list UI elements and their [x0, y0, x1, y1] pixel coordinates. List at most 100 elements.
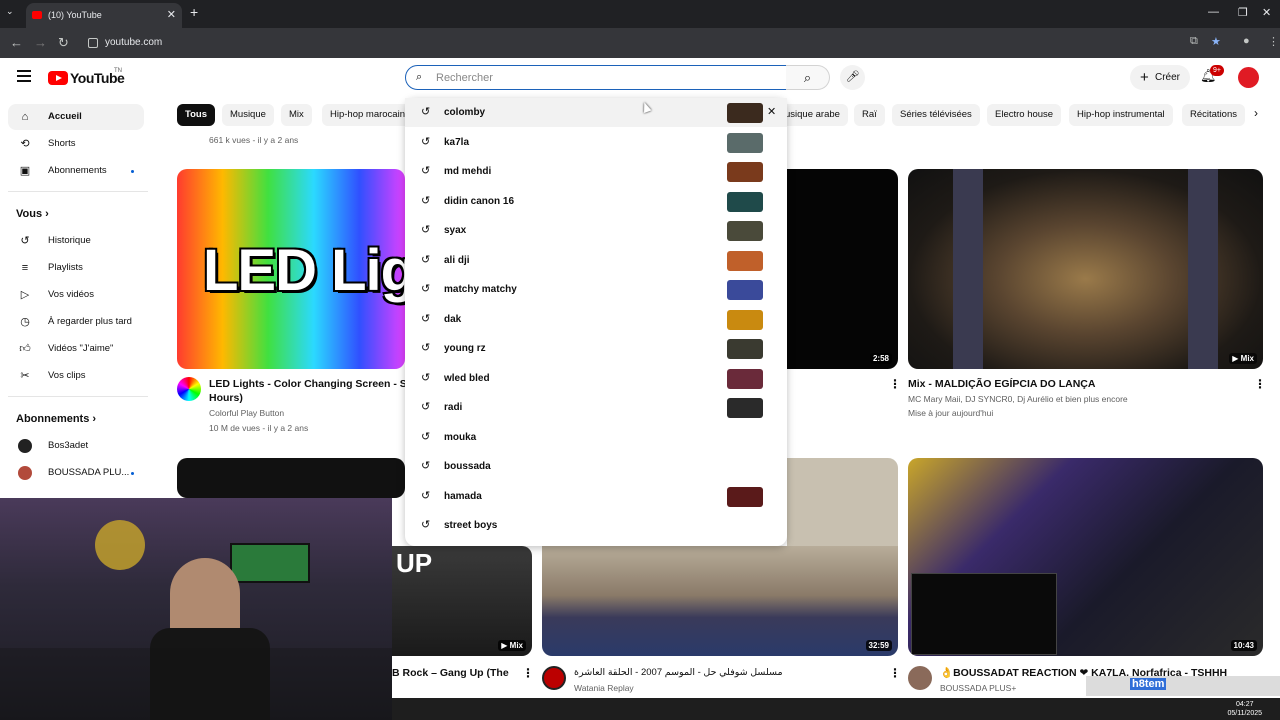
video-channel[interactable]: BOUSSADA PLUS+ [940, 683, 1016, 693]
maximize-icon[interactable]: ❐ [1238, 6, 1248, 19]
video-thumbnail[interactable]: 2:58 [787, 169, 898, 369]
address-bar[interactable]: youtube.com [80, 32, 1220, 54]
youtube-header: YouTube TN ⌕ ⌕ 🎤︎ + Créer 🔔︎ 9+ [0, 58, 1280, 98]
account-avatar[interactable] [1238, 67, 1259, 88]
video-title[interactable]: LED Lights - Color Changing Screen - Slo [209, 377, 405, 391]
close-window-icon[interactable]: ✕ [1262, 6, 1271, 19]
suggestion-item[interactable]: ↺ street boys [405, 511, 787, 540]
browser-menu-icon[interactable]: ⋮ [1268, 35, 1279, 48]
suggestion-item[interactable]: ↺ wled bled [405, 364, 787, 393]
video-thumbnail-top[interactable] [787, 458, 898, 546]
video-thumbnail[interactable]: LED Lig [177, 169, 405, 369]
clock: 04:27 05/11/2025 [1227, 701, 1262, 717]
sidebar-item-watch-later[interactable]: ◷ À regarder plus tard [8, 309, 144, 335]
subscriptions-section-heading[interactable]: Abonnements › [16, 413, 96, 425]
video-thumbnail[interactable]: UP ▶ Mix [392, 546, 532, 656]
video-channel[interactable]: Colorful Play Button [209, 408, 284, 418]
tab-search-icon[interactable]: ⌄ [6, 6, 14, 17]
video-thumbnail[interactable]: 32:59 [542, 546, 898, 656]
sidebar-item-label: BOUSSADA PLU... [48, 467, 130, 478]
channel-avatar[interactable] [542, 666, 566, 690]
sidebar-item-home[interactable]: ⌂ Accueil [8, 104, 144, 130]
site-info-icon[interactable] [88, 38, 98, 48]
chip[interactable]: Hip-hop instrumental [1069, 104, 1173, 126]
channel-avatar[interactable] [177, 377, 201, 401]
forward-icon[interactable]: → [34, 35, 47, 50]
chip[interactable]: Récitations [1182, 104, 1245, 126]
profile-icon[interactable]: ● [1243, 35, 1250, 47]
video-title-line2[interactable]: Hours) [209, 391, 243, 405]
video-title[interactable]: مسلسل شوفلي حل - الموسم 2007 - الحلقة ال… [574, 666, 783, 680]
chip[interactable]: usique arabe [777, 104, 848, 126]
browser-tab[interactable]: (10) YouTube ✕ [26, 3, 182, 28]
close-tab-icon[interactable]: ✕ [167, 3, 176, 28]
mix-badge: ▶ Mix [1229, 353, 1257, 364]
sidebar-item-subscriptions[interactable]: ▣ Abonnements [8, 158, 144, 184]
chip[interactable]: Séries télévisées [892, 104, 980, 126]
bookmark-star-icon[interactable]: ★ [1211, 35, 1221, 48]
video-title[interactable]: Mix - MALDIÇÃO EGÍPCIA DO LANÇA [908, 377, 1095, 391]
more-options-icon[interactable]: ⋮ [522, 666, 534, 680]
chip[interactable]: Electro house [987, 104, 1062, 126]
remove-suggestion-icon[interactable]: ✕ [767, 98, 776, 127]
suggestion-item[interactable]: ↺ colomby ✕ [405, 98, 787, 127]
sidebar-item-your-videos[interactable]: ▷ Vos vidéos [8, 282, 144, 308]
streamer-head [170, 558, 240, 638]
video-channel[interactable]: Watania Replay [574, 683, 634, 693]
minimize-icon[interactable]: — [1208, 6, 1219, 18]
chip[interactable]: Musique [222, 104, 274, 126]
history-icon: ↺ [421, 224, 431, 236]
more-options-icon[interactable]: ⋮ [889, 666, 901, 680]
video-thumbnail[interactable] [177, 458, 405, 498]
new-tab-icon[interactable]: + [190, 4, 198, 20]
suggestion-item[interactable]: ↺ md mehdi [405, 157, 787, 186]
suggestion-item[interactable]: ↺ ka7la [405, 128, 787, 157]
more-options-icon[interactable]: ⋮ [1254, 377, 1266, 391]
suggestion-item[interactable]: ↺ dak [405, 305, 787, 334]
suggestion-item[interactable]: ↺ radi [405, 393, 787, 422]
you-section-heading[interactable]: Vous › [16, 208, 49, 220]
video-channel[interactable]: MC Mary Maii, DJ SYNCR0, Dj Aurélio et b… [908, 394, 1128, 404]
youtube-play-icon [48, 71, 68, 85]
sidebar-item-history[interactable]: ↺ Historique [8, 228, 144, 254]
video-title[interactable]: B Rock – Gang Up (The [392, 666, 509, 680]
suggestion-thumbnail [727, 280, 763, 300]
chip[interactable]: Mix [281, 104, 312, 126]
chip[interactable]: Raï [854, 104, 885, 126]
sidebar-item-clips[interactable]: ✂ Vos clips [8, 363, 144, 389]
back-icon[interactable]: ← [10, 35, 23, 50]
search-icon: ⌕ [416, 71, 423, 83]
sidebar-channel[interactable]: BOUSSADA PLU... [8, 460, 144, 486]
suggestion-item[interactable]: ↺ syax [405, 216, 787, 245]
sidebar-channel[interactable]: Bos3adet [8, 433, 144, 459]
suggestion-item[interactable]: ↺ didin canon 16 [405, 187, 787, 216]
suggestion-item[interactable]: ↺ young rz [405, 334, 787, 363]
chip[interactable]: Hip-hop marocain [322, 104, 413, 126]
suggestion-item[interactable]: ↺ mouka [405, 423, 787, 452]
suggestion-item[interactable]: ↺ boussada [405, 452, 787, 481]
history-icon: ↺ [421, 489, 431, 502]
search-input[interactable] [436, 69, 766, 87]
suggestion-item[interactable]: ↺ ali dji [405, 246, 787, 275]
channel-avatar[interactable] [908, 666, 932, 690]
sidebar-item-liked[interactable]: 👍︎ Vidéos "J'aime" [8, 336, 144, 362]
more-options-icon[interactable]: ⋮ [889, 377, 901, 391]
search-button[interactable]: ⌕ [786, 65, 830, 90]
sidebar-item-shorts[interactable]: ⟲ Shorts [8, 131, 144, 157]
menu-icon[interactable] [17, 70, 31, 82]
youtube-logo[interactable]: YouTube TN [48, 68, 125, 88]
create-button[interactable]: + Créer [1130, 65, 1190, 90]
suggestion-item[interactable]: ↺ hamada [405, 482, 787, 511]
reload-icon[interactable]: ↻ [58, 35, 69, 51]
video-thumbnail[interactable]: 10:43 [908, 458, 1263, 656]
install-app-icon[interactable]: ⧉ [1190, 35, 1198, 48]
voice-search-button[interactable]: 🎤︎ [840, 65, 865, 90]
video-thumbnail[interactable]: ▶ Mix [908, 169, 1263, 369]
suggestion-item[interactable]: ↺ matchy matchy [405, 275, 787, 304]
search-box[interactable]: ⌕ [405, 65, 787, 90]
liked-icon: 👍︎ [19, 343, 31, 355]
sidebar-item-playlists[interactable]: ≡ Playlists [8, 255, 144, 281]
chevron-right-icon[interactable]: › [1254, 106, 1258, 120]
chip-all[interactable]: Tous [177, 104, 215, 126]
divider [8, 396, 148, 397]
